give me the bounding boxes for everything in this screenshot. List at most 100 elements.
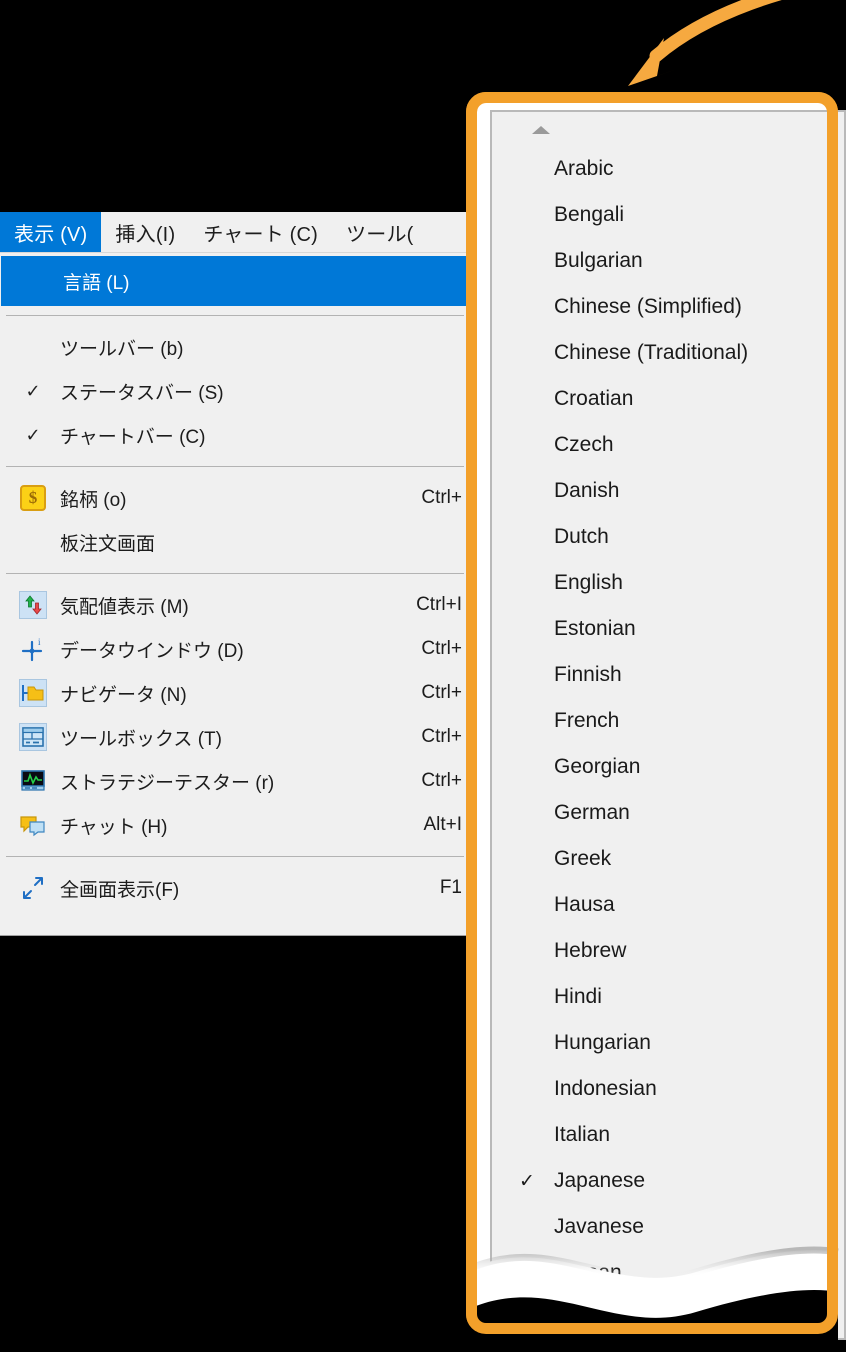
view-dropdown-menu: 言語 (L) ツールバー (b) ✓ステータスバー (S) ✓ チャートバー (C) $ 銘… [0,252,471,936]
language-item-18[interactable]: Hindi [492,974,844,1020]
language-item-20[interactable]: Indonesian [492,1066,844,1112]
language-item-2[interactable]: Bulgarian [492,238,844,284]
language-submenu-callout: Arabic Bengali Bulgarian Chinese (Simplifie… [466,92,846,1352]
navigator-icon [16,676,50,710]
scroll-up-arrow-button[interactable] [492,112,844,146]
view-menu-item-label: ストラテジーテスター (r) [60,768,274,795]
checkmark-icon: ✓ [516,1170,538,1193]
view-menu-item-3[interactable]: ✓ステータスバー (S) [0,369,470,413]
menu-separator [6,856,464,857]
language-item-21[interactable]: Italian [492,1112,844,1158]
view-menu-item-16[interactable]: 全画面表示(F) F1 [0,866,470,910]
view-menu-item-10[interactable]: iデータウインドウ (D)Ctrl+ [0,627,470,671]
language-item-5[interactable]: Croatian [492,376,844,422]
language-item-6[interactable]: Czech [492,422,844,468]
menu-separator [6,466,464,467]
language-item-0[interactable]: Arabic [492,146,844,192]
data-window-icon: i [16,632,50,666]
menubar-item-3[interactable]: ツール( [332,212,427,252]
language-item-12[interactable]: French [492,698,844,744]
language-item-14[interactable]: German [492,790,844,836]
view-menu-item-label: ステータスバー (S) [60,378,224,405]
language-item-label: Estonian [554,617,636,641]
language-item-label: Korean [554,1261,622,1285]
view-menu-item-accelerator: Ctrl+ [421,770,462,792]
language-item-label: Hungarian [554,1031,651,1055]
view-menu-item-accelerator: Ctrl+ [421,487,462,509]
view-menu-item-accelerator: Ctrl+ [421,726,462,748]
language-item-label: German [554,801,630,825]
menu-bar: 表示 (V) 挿入(I) チャート (C) ツール( [0,212,471,252]
svg-text:i: i [38,637,41,647]
callout-arrow-icon [560,0,846,104]
language-item-label: Czech [554,433,614,457]
language-item-4[interactable]: Chinese (Traditional) [492,330,844,376]
language-submenu: Arabic Bengali Bulgarian Chinese (Simplifie… [490,110,846,1340]
menu-separator [6,315,464,316]
dollar-icon: $ [16,481,50,515]
language-item-label: Javanese [554,1215,644,1239]
view-menu-item-label: データウインドウ (D) [60,636,244,663]
language-item-10[interactable]: Estonian [492,606,844,652]
view-menu-item-accelerator: Alt+I [423,814,462,836]
language-item-1[interactable]: Bengali [492,192,844,238]
view-menu-item-13[interactable]: ストラテジーテスター (r) Ctrl+ [0,759,470,803]
menubar-item-label: 挿入(I) [115,218,175,247]
language-item-label: Hindi [554,985,602,1009]
language-item-15[interactable]: Greek [492,836,844,882]
language-item-16[interactable]: Hausa [492,882,844,928]
view-menu-item-accelerator: Ctrl+I [416,594,462,616]
fullscreen-icon [16,871,50,905]
view-menu-item-7[interactable]: 板注文画面 [0,520,470,564]
screenshot-stage: 表示 (V) 挿入(I) チャート (C) ツール( 言語 (L) ツールバー (b) ✓… [0,0,846,1352]
language-list: Arabic Bengali Bulgarian Chinese (Simplifie… [492,146,844,1296]
language-item-9[interactable]: English [492,560,844,606]
view-menu-item-6[interactable]: $ 銘柄 (o) Ctrl+ [0,476,470,520]
menubar-item-label: チャート (C) [203,218,318,247]
view-menu-item-11[interactable]: ナビゲータ (N)Ctrl+ [0,671,470,715]
language-item-label: Japanese [554,1169,645,1193]
view-menu-item-label: チャートバー (C) [60,422,205,449]
menubar-item-2[interactable]: チャート (C) [189,212,332,252]
language-item-label: Chinese (Simplified) [554,295,742,319]
language-item-7[interactable]: Danish [492,468,844,514]
view-menu-item-label: 気配値表示 (M) [60,592,189,619]
menubar-item-label: 表示 (V) [14,218,87,247]
view-menu-item-accelerator: Ctrl+ [421,682,462,704]
view-menu-item-label: 全画面表示(F) [60,875,179,902]
view-menu-item-14[interactable]: チャット (H)Alt+I [0,803,470,847]
view-menu-item-12[interactable]: ツールボックス (T)Ctrl+ [0,715,470,759]
language-item-11[interactable]: Finnish [492,652,844,698]
language-item-label: French [554,709,619,733]
view-menu-item-label: ツールバー (b) [60,334,184,361]
view-menu-item-2[interactable]: ツールバー (b) [0,325,470,369]
language-item-23[interactable]: Javanese [492,1204,844,1250]
market-watch-icon [16,588,50,622]
menubar-item-1[interactable]: 挿入(I) [101,212,189,252]
language-item-13[interactable]: Georgian [492,744,844,790]
view-menu-item-0[interactable]: 言語 (L) [1,256,469,306]
language-item-17[interactable]: Hebrew [492,928,844,974]
language-item-label: Bengali [554,203,624,227]
chevron-up-icon [532,126,550,134]
language-item-label: Finnish [554,663,622,687]
language-item-label: Arabic [554,157,614,181]
language-item-label: Indonesian [554,1077,657,1101]
language-item-3[interactable]: Chinese (Simplified) [492,284,844,330]
view-menu-item-label: 言語 (L) [63,268,130,295]
view-menu-item-4[interactable]: ✓ チャートバー (C) [0,413,470,457]
toolbox-icon [16,720,50,754]
language-item-label: Greek [554,847,611,871]
language-item-22[interactable]: ✓ Japanese [492,1158,844,1204]
view-menu-item-accelerator: F1 [440,877,462,899]
checkmark-icon: ✓ [22,426,44,444]
menubar-item-0[interactable]: 表示 (V) [0,212,101,252]
language-item-label: Danish [554,479,619,503]
language-item-label: Georgian [554,755,640,779]
view-menu-item-9[interactable]: 気配値表示 (M) Ctrl+I [0,583,470,627]
view-menu-item-label: 銘柄 (o) [60,485,127,512]
language-item-19[interactable]: Hungarian [492,1020,844,1066]
language-item-label: Croatian [554,387,633,411]
language-item-8[interactable]: Dutch [492,514,844,560]
language-item-24[interactable]: Korean [492,1250,844,1296]
